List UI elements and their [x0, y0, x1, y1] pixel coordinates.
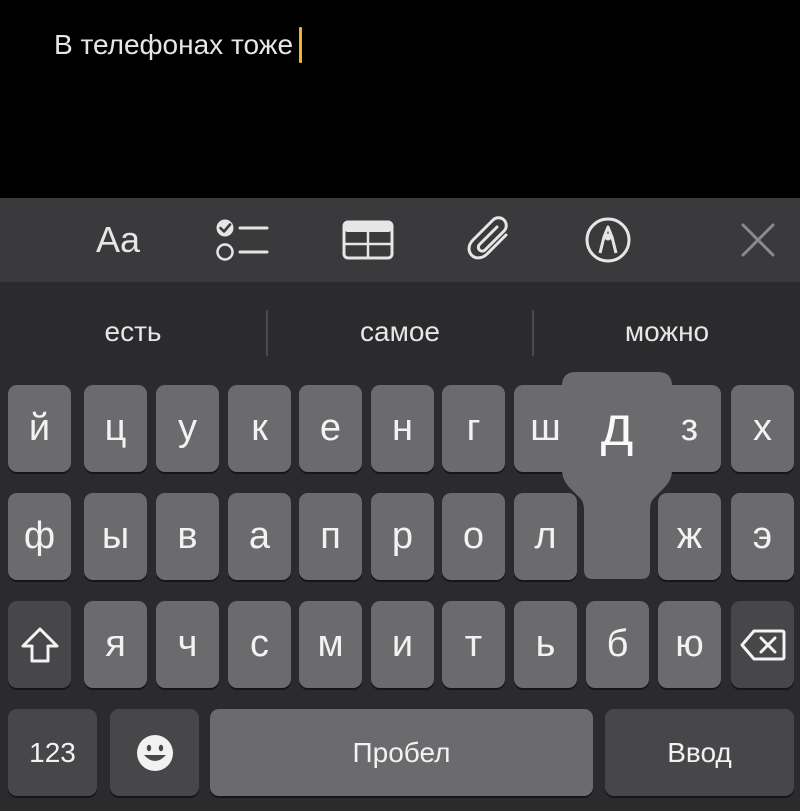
close-toolbar-button[interactable] [728, 210, 788, 270]
emoji-key[interactable] [110, 709, 199, 796]
note-editor[interactable]: В телефонах тоже [0, 0, 800, 198]
key-24[interactable]: ч [156, 601, 219, 688]
key-22[interactable]: э [731, 493, 794, 580]
attachment-icon [467, 216, 508, 260]
key-12[interactable]: ф [8, 493, 71, 580]
checklist-button[interactable] [213, 210, 273, 270]
shift-icon [21, 627, 58, 662]
format-icon: Aa [95, 219, 141, 260]
key-23[interactable]: я [84, 601, 147, 688]
key-31[interactable]: ю [658, 601, 721, 688]
key-2[interactable]: ц [84, 385, 147, 472]
key-5[interactable]: е [299, 385, 362, 472]
suggestion-1[interactable]: есть [0, 310, 266, 354]
suggestion-3[interactable]: можно [534, 310, 800, 354]
key-26[interactable]: м [299, 601, 362, 688]
return-key[interactable]: Ввод [605, 709, 794, 796]
key-30[interactable]: б [586, 601, 649, 688]
numbers-key[interactable]: 123 [8, 709, 97, 796]
note-text-content: В телефонах тоже [54, 29, 294, 60]
key-28[interactable]: т [442, 601, 505, 688]
shift-key[interactable] [8, 601, 71, 688]
key-4[interactable]: к [228, 385, 291, 472]
key-3[interactable]: у [156, 385, 219, 472]
note-text[interactable]: В телефонах тоже [54, 27, 303, 63]
key-7[interactable]: г [442, 385, 505, 472]
emoji-icon [136, 734, 173, 771]
backspace-key[interactable] [731, 601, 794, 688]
checklist-icon [216, 219, 269, 261]
key-18[interactable]: о [442, 493, 505, 580]
key-14[interactable]: в [156, 493, 219, 580]
table-button[interactable] [338, 210, 398, 270]
text-cursor [299, 27, 303, 63]
suggestion-bar: есть самое можно [0, 282, 800, 382]
suggestion-2[interactable]: самое [268, 310, 532, 354]
markup-button[interactable] [578, 210, 638, 270]
key-popup-label: д [600, 393, 634, 457]
key-25[interactable]: с [228, 601, 291, 688]
space-key[interactable]: Пробел [210, 709, 593, 796]
notes-toolbar: Aa [0, 198, 800, 282]
key-17[interactable]: р [371, 493, 434, 580]
markup-icon [585, 217, 631, 263]
attachment-button[interactable] [461, 210, 521, 270]
key-1[interactable]: й [8, 385, 71, 472]
key-11[interactable]: х [731, 385, 794, 472]
key-13[interactable]: ы [84, 493, 147, 580]
key-15[interactable]: а [228, 493, 291, 580]
key-6[interactable]: н [371, 385, 434, 472]
keyboard: есть самое можно й ц у к е н г ш щ з х ф… [0, 282, 800, 811]
key-16[interactable]: п [299, 493, 362, 580]
key-29[interactable]: ь [514, 601, 577, 688]
table-icon [342, 220, 394, 260]
format-button[interactable]: Aa [88, 210, 148, 270]
key-27[interactable]: и [371, 601, 434, 688]
backspace-icon [740, 629, 785, 660]
close-icon [741, 223, 775, 257]
